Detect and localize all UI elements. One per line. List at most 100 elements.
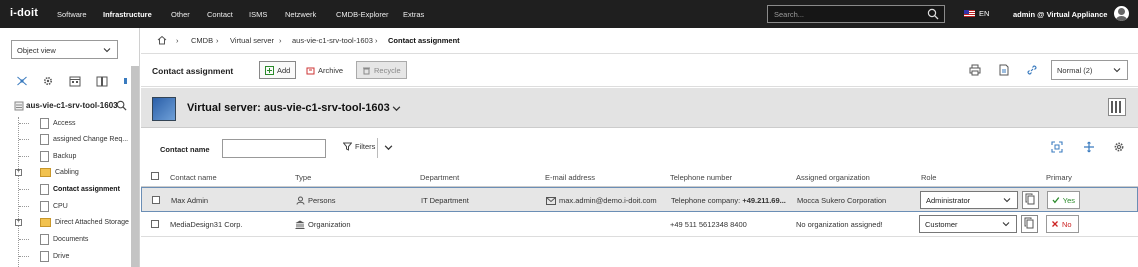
calendar-icon[interactable] xyxy=(69,75,81,89)
nav-netzwerk[interactable]: Netzwerk xyxy=(285,10,316,19)
organization-cell: No organization assigned! xyxy=(796,220,883,229)
nav-infrastructure[interactable]: Infrastructure xyxy=(103,10,152,19)
chevron-down-icon xyxy=(1003,198,1011,203)
role-select[interactable]: Administrator xyxy=(920,191,1018,209)
column-contact-name[interactable]: Contact name xyxy=(170,173,217,182)
nav-cmdb-explorer[interactable]: CMDB-Explorer xyxy=(336,10,389,19)
sidebar-scrollbar[interactable] xyxy=(131,66,139,267)
tree-item-assigned-change-requests[interactable]: assigned Change Req... xyxy=(40,134,128,145)
search-icon[interactable] xyxy=(927,8,939,20)
book-icon[interactable] xyxy=(96,75,108,89)
i-doit-logo[interactable]: i-doit xyxy=(10,7,38,19)
tree-item-access[interactable]: Access xyxy=(40,118,76,129)
document-icon xyxy=(40,118,49,129)
object-image[interactable] xyxy=(152,97,176,121)
column-organization[interactable]: Assigned organization xyxy=(796,173,870,182)
fit-columns-icon[interactable] xyxy=(1051,141,1063,153)
email-cell[interactable]: max.admin@demo.i-doit.com xyxy=(559,196,657,205)
tree-item-documents[interactable]: Documents xyxy=(40,234,88,245)
primary-no-button[interactable]: No xyxy=(1046,215,1079,233)
row-checkbox[interactable] xyxy=(152,196,160,204)
tree-item-label: CPU xyxy=(53,203,68,210)
more-icon[interactable] xyxy=(123,75,129,89)
add-button[interactable]: Add xyxy=(259,61,297,79)
tree-item-cabling[interactable]: Cabling xyxy=(40,168,79,177)
check-icon xyxy=(1052,197,1060,204)
tree-root-object[interactable]: aus-vie-c1-srv-tool-1603 xyxy=(26,101,118,110)
filter-divider xyxy=(377,138,378,158)
column-primary[interactable]: Primary xyxy=(1046,173,1072,182)
primary-yes-button[interactable]: Yes xyxy=(1047,191,1080,209)
tree-branch xyxy=(19,189,29,190)
expand-icon[interactable]: + xyxy=(15,169,22,176)
language-selector[interactable]: EN xyxy=(964,9,989,18)
tree-item-cpu[interactable]: CPU xyxy=(40,201,68,212)
chevron-down-icon[interactable] xyxy=(384,143,393,152)
breadcrumb-object[interactable]: aus-vie-c1-srv-tool-1603 xyxy=(292,36,373,45)
view-mode-select[interactable]: Normal (2) xyxy=(1051,60,1128,80)
breadcrumb-separator: › xyxy=(375,36,378,45)
sidebar-toolbar xyxy=(14,75,134,87)
document-icon xyxy=(40,134,49,145)
object-view-select[interactable]: Object view xyxy=(11,40,118,59)
archive-button[interactable]: Archive xyxy=(301,61,348,79)
person-icon xyxy=(296,196,305,205)
column-role[interactable]: Role xyxy=(921,173,936,182)
copy-icon xyxy=(1025,193,1035,205)
select-all-checkbox[interactable] xyxy=(151,172,159,180)
qr-code-icon[interactable] xyxy=(1108,98,1126,116)
search-input[interactable]: Search... xyxy=(767,5,945,23)
user-menu[interactable]: admin @ Virtual Appliance xyxy=(1013,10,1107,19)
expand-icon[interactable]: + xyxy=(15,219,22,226)
chevron-down-icon[interactable] xyxy=(392,104,401,113)
nav-other[interactable]: Other xyxy=(171,10,190,19)
tree-item-label: Access xyxy=(53,120,76,127)
contact-name-cell: MediaDesign31 Corp. xyxy=(170,220,243,229)
network-icon[interactable] xyxy=(16,75,28,89)
tree-branch xyxy=(19,206,29,207)
column-email[interactable]: E-mail address xyxy=(545,173,595,182)
tree-item-label: Backup xyxy=(53,153,77,160)
object-header: Virtual server: aus-vie-c1-srv-tool-1603 xyxy=(141,88,1138,128)
column-type[interactable]: Type xyxy=(295,173,311,182)
telephone-prefix: Telephone company: xyxy=(671,196,741,205)
export-icon[interactable] xyxy=(998,64,1010,76)
nav-software[interactable]: Software xyxy=(57,10,87,19)
tree-search-icon[interactable] xyxy=(116,100,127,113)
move-icon[interactable] xyxy=(1083,141,1095,153)
user-avatar-icon[interactable] xyxy=(1114,6,1129,21)
column-department[interactable]: Department xyxy=(420,173,459,182)
table-header: Contact name Type Department E-mail addr… xyxy=(141,167,1138,187)
nav-extras[interactable]: Extras xyxy=(403,10,424,19)
column-telephone[interactable]: Telephone number xyxy=(670,173,732,182)
copy-button[interactable] xyxy=(1021,215,1038,233)
tree-item-backup[interactable]: Backup xyxy=(40,151,76,162)
tree-item-drive[interactable]: Drive xyxy=(40,251,69,262)
table-row[interactable]: MediaDesign31 Corp. Organization +49 511… xyxy=(141,212,1138,237)
breadcrumb-cmdb[interactable]: CMDB xyxy=(191,36,213,45)
gear-icon[interactable] xyxy=(1113,141,1125,153)
row-checkbox[interactable] xyxy=(151,220,159,228)
breadcrumb-separator: › xyxy=(176,36,179,45)
home-icon[interactable] xyxy=(157,35,167,47)
nav-contact[interactable]: Contact xyxy=(207,10,233,19)
document-icon xyxy=(40,184,49,195)
table-row[interactable]: Max Admin Persons IT Department max.admi… xyxy=(141,187,1138,212)
print-icon[interactable] xyxy=(969,64,981,76)
contact-name-input[interactable] xyxy=(222,139,326,158)
category-toolbar: Contact assignment Add Archive Recycle N… xyxy=(141,54,1138,87)
tree-item-contact-assignment[interactable]: Contact assignment xyxy=(40,184,120,195)
tree-item-direct-attached-storage[interactable]: Direct Attached Storage xyxy=(40,218,129,227)
link-icon[interactable] xyxy=(1026,64,1038,76)
type-cell: Persons xyxy=(308,196,336,205)
breadcrumb-virtual-server[interactable]: Virtual server xyxy=(230,36,274,45)
tree-branch xyxy=(19,123,29,124)
organization-cell: Mocca Sukero Corporation xyxy=(797,196,887,205)
filters-button[interactable]: Filters xyxy=(343,142,375,151)
copy-button[interactable] xyxy=(1022,191,1039,209)
nav-isms[interactable]: ISMS xyxy=(249,10,267,19)
document-icon xyxy=(40,251,49,262)
settings-icon[interactable] xyxy=(42,75,54,89)
role-select[interactable]: Customer xyxy=(919,215,1017,233)
recycle-button[interactable]: Recycle xyxy=(356,61,407,79)
